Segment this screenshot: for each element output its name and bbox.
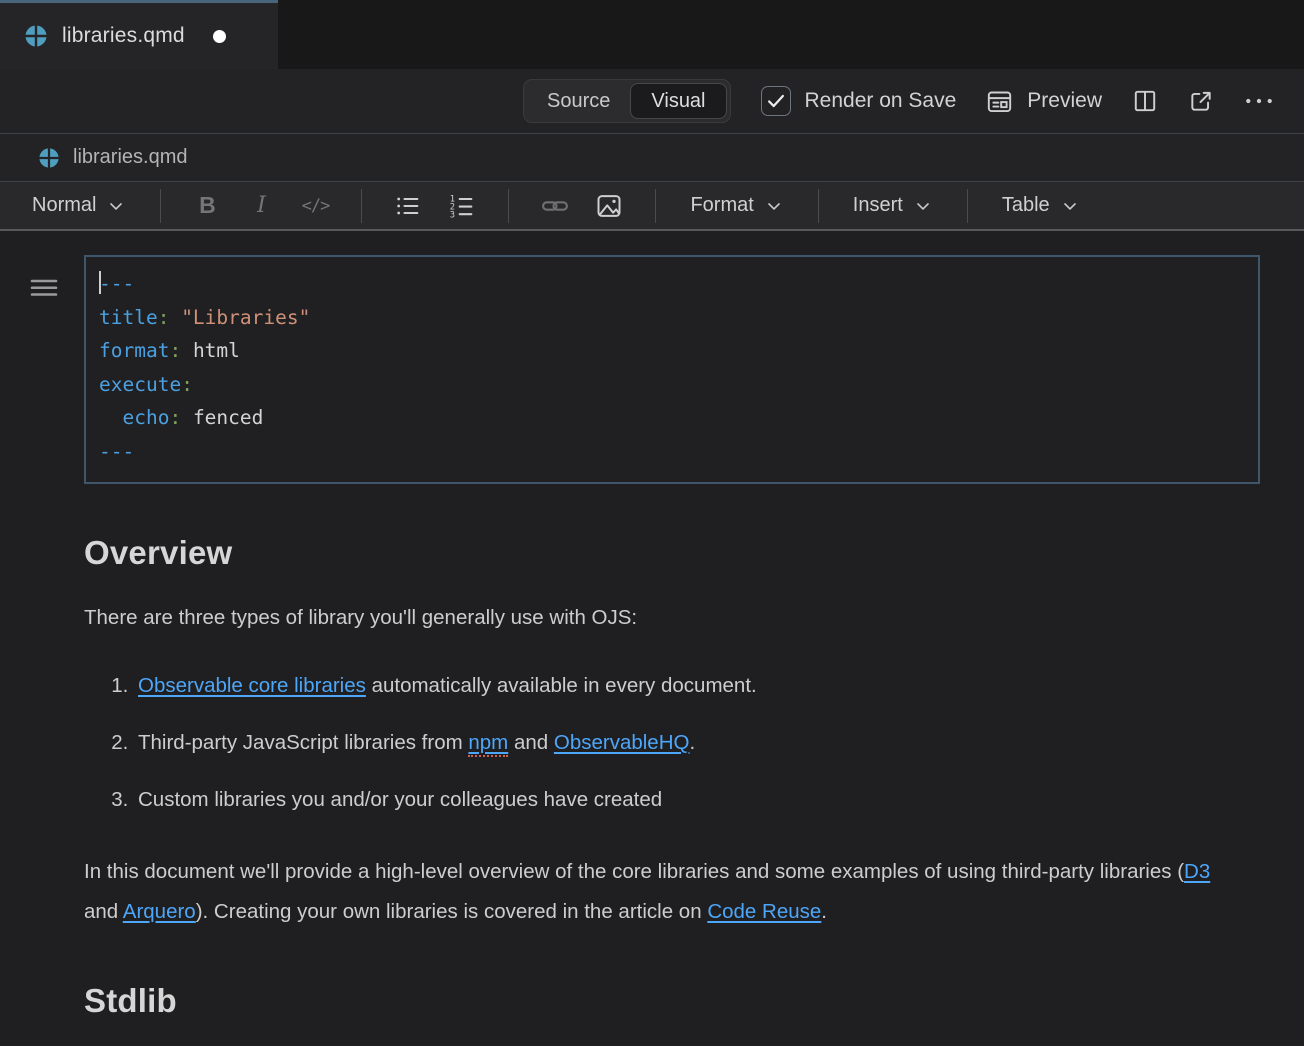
tab-libraries-qmd[interactable]: libraries.qmd bbox=[0, 0, 278, 69]
insert-menu[interactable]: Insert bbox=[845, 194, 941, 217]
format-menu-label: Format bbox=[690, 194, 753, 217]
drag-handle-icon[interactable] bbox=[26, 269, 62, 310]
image-button[interactable] bbox=[589, 188, 629, 224]
library-types-list: Observable core libraries automatically … bbox=[84, 674, 1260, 812]
list-item: Observable core libraries automatically … bbox=[134, 674, 1260, 698]
bold-button[interactable]: B bbox=[187, 188, 227, 224]
text-run: Custom libraries you and/or your colleag… bbox=[138, 788, 662, 811]
inline-link[interactable]: D3 bbox=[1184, 860, 1210, 883]
toolbar-divider bbox=[508, 189, 509, 223]
text-run: and bbox=[84, 900, 123, 923]
unsaved-changes-dot[interactable] bbox=[213, 30, 226, 43]
ellipsis-icon bbox=[1244, 94, 1274, 108]
text-run: and bbox=[508, 731, 554, 754]
toolbar-divider bbox=[160, 189, 161, 223]
split-editor-icon bbox=[1132, 88, 1158, 114]
bullet-list-button[interactable] bbox=[388, 188, 428, 224]
toolbar-divider bbox=[818, 189, 819, 223]
chevron-down-icon bbox=[913, 196, 933, 216]
breadcrumb: libraries.qmd bbox=[0, 133, 1304, 181]
table-menu-label: Table bbox=[1002, 194, 1050, 217]
render-on-save-control[interactable]: Render on Save bbox=[761, 86, 957, 116]
text-run: . bbox=[821, 900, 827, 923]
text-run: In this document we'll provide a high-le… bbox=[84, 860, 1184, 883]
text-run: . bbox=[689, 731, 695, 754]
breadcrumb-file[interactable]: libraries.qmd bbox=[73, 146, 187, 169]
toolbar-divider bbox=[361, 189, 362, 223]
open-external-button[interactable] bbox=[1188, 88, 1214, 114]
more-actions-button[interactable] bbox=[1244, 94, 1274, 108]
link-icon bbox=[541, 192, 569, 220]
yaml-code-line: echo: fenced bbox=[99, 401, 1258, 435]
chevron-down-icon bbox=[1060, 196, 1080, 216]
chevron-down-icon bbox=[764, 196, 784, 216]
list-item: Custom libraries you and/or your colleag… bbox=[134, 788, 1260, 812]
svg-text:3: 3 bbox=[450, 210, 455, 219]
yaml-code-line: --- bbox=[99, 435, 1258, 469]
paragraph-style-dropdown[interactable]: Normal bbox=[24, 194, 134, 217]
preview-layout-icon bbox=[986, 88, 1013, 115]
insert-menu-label: Insert bbox=[853, 194, 903, 217]
bullet-list-icon bbox=[394, 192, 422, 220]
yaml-code-line: execute: bbox=[99, 368, 1258, 402]
quarto-file-icon bbox=[38, 147, 60, 169]
yaml-code-line: format: html bbox=[99, 334, 1258, 368]
render-on-save-checkbox[interactable] bbox=[761, 86, 791, 116]
source-visual-toggle: Source Visual bbox=[523, 79, 731, 123]
preview-label: Preview bbox=[1027, 89, 1102, 113]
open-external-icon bbox=[1188, 88, 1214, 114]
inline-link[interactable]: npm bbox=[468, 731, 508, 757]
formatting-toolbar: Normal B I </> 1 2 3 bbox=[0, 181, 1304, 231]
numbered-list-icon: 1 2 3 bbox=[448, 192, 476, 220]
render-on-save-label: Render on Save bbox=[805, 89, 957, 113]
visual-mode-button[interactable]: Visual bbox=[630, 83, 726, 119]
visual-editor-canvas[interactable]: ---title: "Libraries"format: htmlexecute… bbox=[0, 231, 1304, 1020]
inline-link[interactable]: ObservableHQ bbox=[554, 731, 690, 754]
checkmark-icon bbox=[765, 90, 787, 112]
intro-paragraph: There are three types of library you'll … bbox=[84, 602, 1234, 634]
heading-stdlib: Stdlib bbox=[84, 982, 1260, 1020]
table-menu[interactable]: Table bbox=[994, 194, 1088, 217]
heading-overview: Overview bbox=[84, 534, 1260, 572]
split-editor-button[interactable] bbox=[1132, 88, 1158, 114]
preview-button[interactable]: Preview bbox=[986, 88, 1102, 115]
chevron-down-icon bbox=[106, 196, 126, 216]
italic-button[interactable]: I bbox=[241, 188, 281, 224]
inline-link[interactable]: Arquero bbox=[123, 900, 196, 923]
code-button[interactable]: </> bbox=[295, 188, 335, 224]
format-menu[interactable]: Format bbox=[682, 194, 791, 217]
numbered-list-button[interactable]: 1 2 3 bbox=[442, 188, 482, 224]
tab-bar: libraries.qmd bbox=[0, 0, 1304, 69]
yaml-front-matter-block[interactable]: ---title: "Libraries"format: htmlexecute… bbox=[84, 255, 1260, 484]
paragraph-style-value: Normal bbox=[32, 194, 96, 217]
yaml-code-line: title: "Libraries" bbox=[99, 301, 1258, 335]
quarto-file-icon bbox=[24, 24, 48, 48]
link-button[interactable] bbox=[535, 188, 575, 224]
source-mode-button[interactable]: Source bbox=[527, 83, 630, 119]
text-run: automatically available in every documen… bbox=[366, 674, 757, 697]
list-item: Third-party JavaScript libraries from np… bbox=[134, 731, 1260, 755]
image-icon bbox=[595, 192, 623, 220]
toolbar-divider bbox=[655, 189, 656, 223]
inline-link[interactable]: Observable core libraries bbox=[138, 674, 366, 697]
yaml-code-line: --- bbox=[99, 267, 1258, 301]
text-run: ). Creating your own libraries is covere… bbox=[196, 900, 708, 923]
closing-paragraph: In this document we'll provide a high-le… bbox=[84, 852, 1234, 932]
text-run: Third-party JavaScript libraries from bbox=[138, 731, 468, 754]
editor-toolbar: Source Visual Render on Save Preview bbox=[0, 69, 1304, 133]
inline-link[interactable]: Code Reuse bbox=[707, 900, 821, 923]
tab-title: libraries.qmd bbox=[62, 24, 185, 48]
toolbar-divider bbox=[967, 189, 968, 223]
